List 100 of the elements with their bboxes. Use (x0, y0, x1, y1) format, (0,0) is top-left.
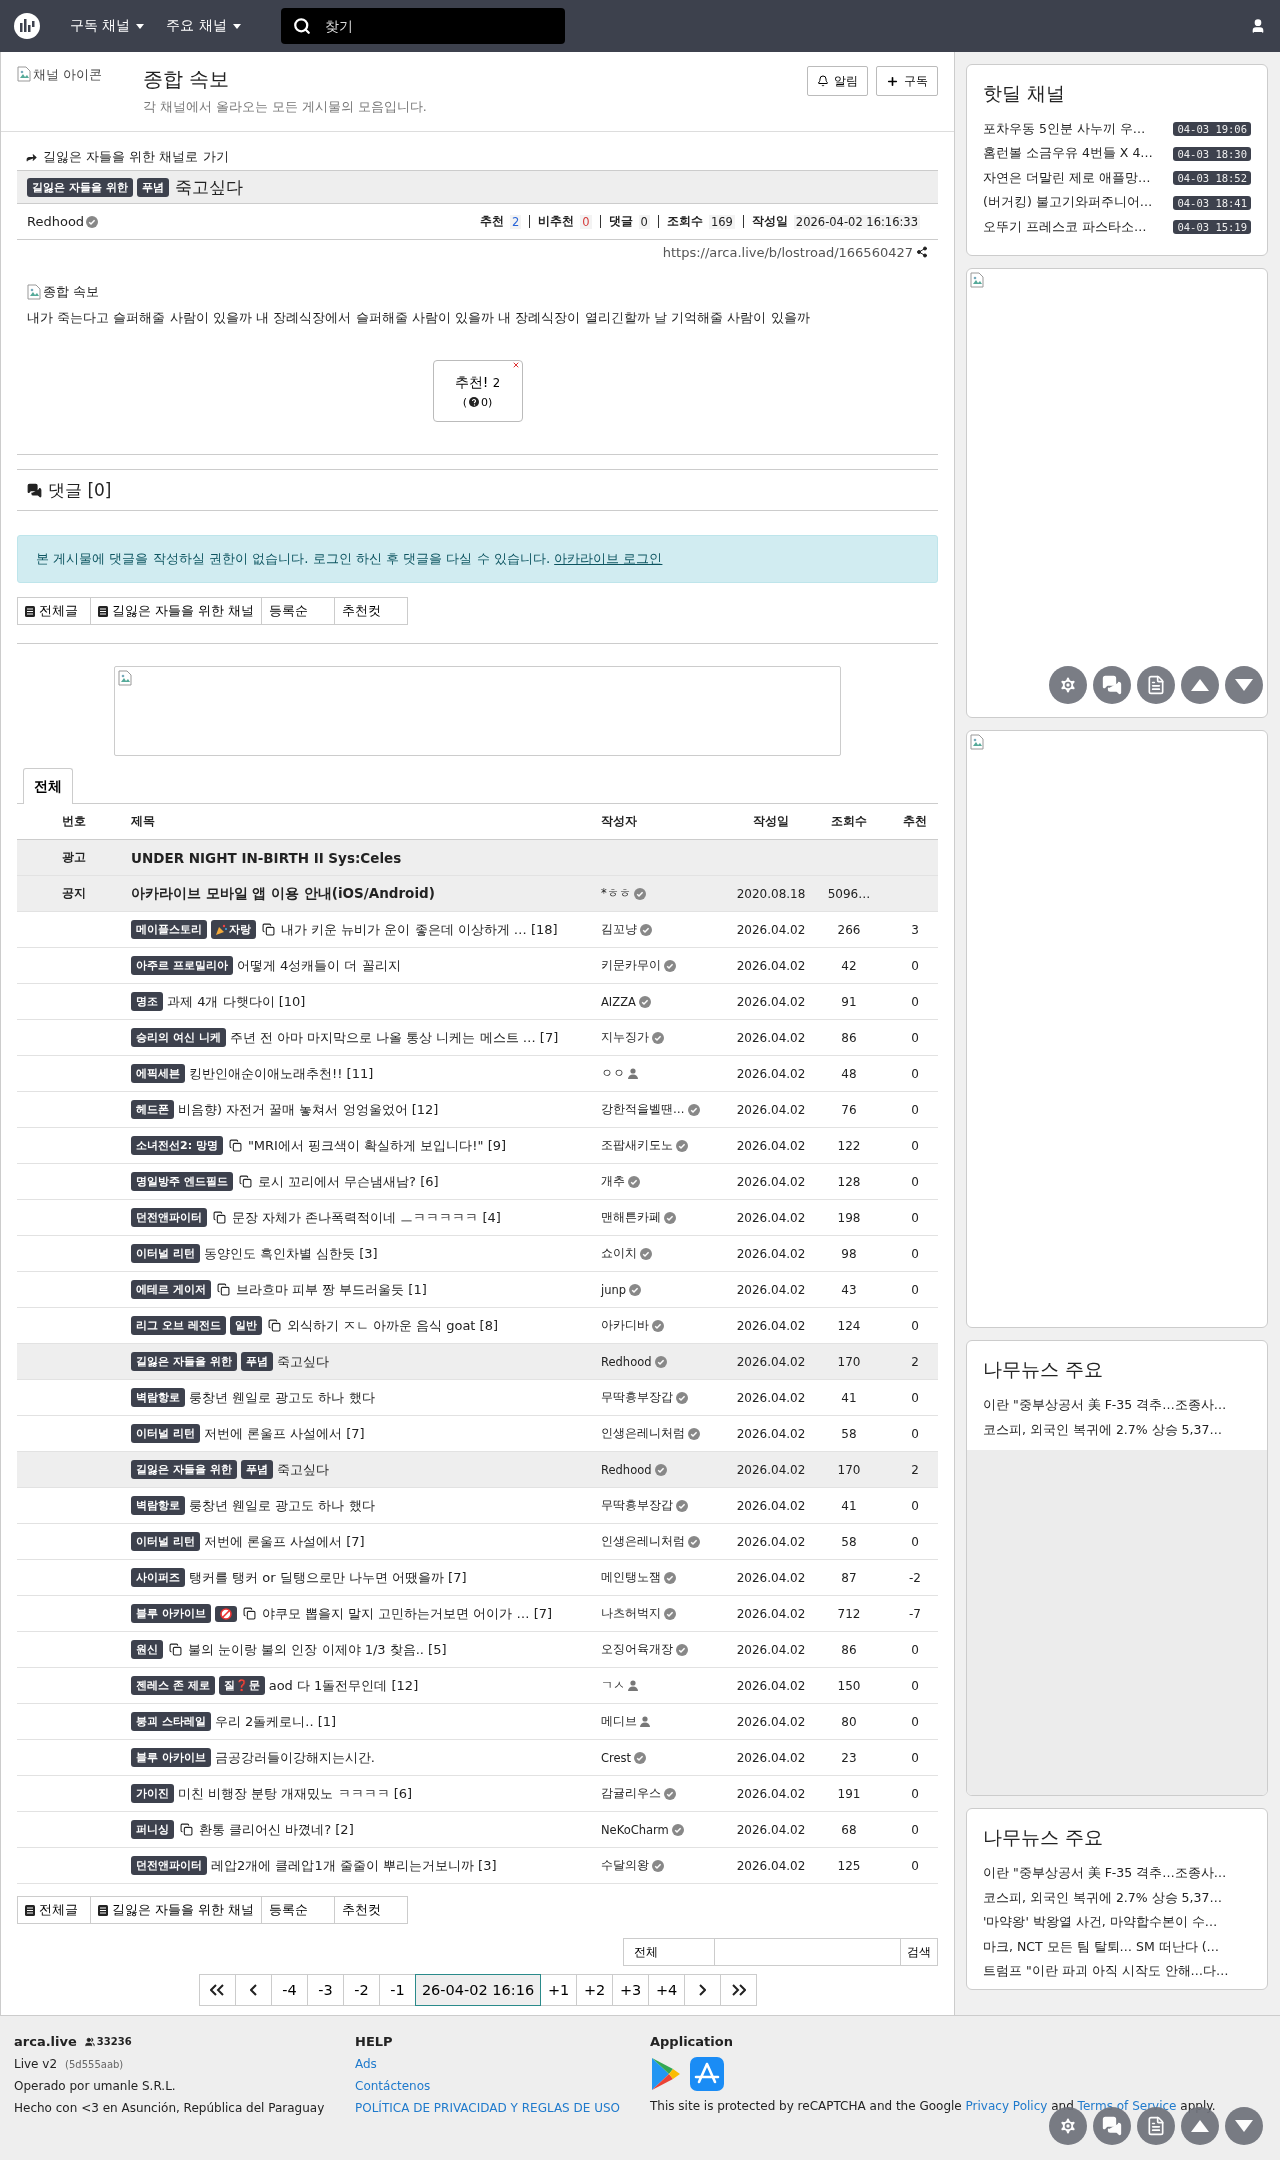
filter-button[interactable]: 추천컷 (333, 1896, 408, 1924)
search-bar[interactable]: 찾기 (280, 8, 565, 44)
page-button[interactable] (720, 1974, 758, 2006)
privacy-link[interactable]: Privacy Policy (965, 2099, 1048, 2113)
author-name[interactable]: 나츠허벅지 (601, 1606, 661, 1621)
page-button[interactable]: +4 (648, 1974, 686, 2006)
post-title[interactable]: 과제 4개 다햇다이 [10] (167, 992, 306, 1011)
search-field[interactable] (715, 1938, 901, 1966)
app-store-icon[interactable] (690, 2057, 724, 2091)
filter-button[interactable]: 길잃은 자들을 위한 채널 (90, 1896, 262, 1924)
post-title[interactable]: 주년 전 아마 마지막으로 나올 통상 니케는 메스트 … [7] (229, 1028, 559, 1047)
post-title[interactable]: 룽창년 웬일로 광고도 하나 했다 (189, 1388, 375, 1407)
news-link[interactable]: 코스피, 외국인 복귀에 2.7% 상승 5,37… (983, 1885, 1251, 1910)
post-title[interactable]: 죽고싶다 (276, 1460, 329, 1479)
author-name[interactable]: 맨해튼카페 (601, 1210, 661, 1225)
notify-button[interactable]: 알림 (807, 66, 868, 96)
page-button[interactable] (684, 1974, 722, 2006)
post-row[interactable]: 공지 아카라이브 모바일 앱 이용 안내(iOS/Android) *ㅎㅎ 2020.08.18 5096… (17, 876, 938, 912)
author-name[interactable]: 조팝새키도노 (601, 1138, 673, 1153)
post-row[interactable]: 길잃은 자들을 위한 푸념 죽고싶다 Redhood 2026.04.02 170 2 (17, 1344, 938, 1380)
post-title[interactable]: 어떻게 4성캐들이 더 꼴리지 (236, 956, 401, 975)
author-name[interactable]: Redhood (27, 214, 85, 229)
nav-menu[interactable]: 주요 채널 (160, 17, 247, 35)
page-button[interactable] (234, 1974, 272, 2006)
share-icon[interactable] (916, 246, 928, 258)
post-title[interactable]: 로시 꼬리에서 무슨냄새남? [6] (257, 1172, 439, 1191)
terms-link[interactable]: Terms of Service (1077, 2099, 1177, 2113)
post-title[interactable]: 레압2개에 클레압1개 줄줄이 뿌리는거보니까 [3] (211, 1856, 497, 1875)
search-button[interactable]: 검색 (901, 1938, 938, 1966)
author-name[interactable]: Redhood (601, 1354, 652, 1369)
page-button[interactable]: -1 (378, 1974, 416, 2006)
author-name[interactable]: NeKoCharm (601, 1822, 669, 1837)
author-name[interactable]: 인생은레니처럼 (601, 1534, 685, 1549)
post-title[interactable]: 동양인도 흑인차별 심한듯 [3] (203, 1244, 378, 1263)
footer-link[interactable]: Contáctenos (355, 2079, 650, 2093)
post-title[interactable]: 불의 눈이랑 불의 인장 이제야 1/3 찾음.. [5] (188, 1640, 447, 1659)
footer-link[interactable]: Ads (355, 2057, 650, 2071)
author-name[interactable]: Crest (601, 1750, 632, 1765)
post-title[interactable]: UNDER NIGHT IN-BIRTH II Sys:Celes (131, 849, 402, 866)
post-title[interactable]: 아카라이브 모바일 앱 이용 안내(iOS/Android) (131, 884, 435, 903)
page-button[interactable]: +3 (612, 1974, 650, 2006)
author-name[interactable]: AIZZA (601, 994, 636, 1009)
post-title[interactable]: 내가 키운 뉴비가 운이 좋은데 이상하게 … [18] (281, 920, 558, 939)
deal-link[interactable]: 오뚜기 프레스코 파스타소… (983, 218, 1147, 236)
author-name[interactable]: 무딱흉부장갑 (601, 1498, 673, 1513)
post-title[interactable]: 환통 클리어신 바꼈네? [2] (199, 1820, 354, 1839)
post-row[interactable]: 길잃은 자들을 위한 푸념 죽고싶다 Redhood 2026.04.02 170 2 (17, 1452, 938, 1488)
news-link[interactable]: 트럼프 "이란 파괴 아직 시작도 안해…다… (983, 1959, 1251, 1984)
ad-slot[interactable] (966, 268, 1268, 718)
deal-link[interactable]: (버거킹) 불고기와퍼주니어… (983, 194, 1153, 212)
search-field[interactable]: 찾기 (322, 17, 543, 35)
post-title[interactable]: 탱커를 탱커 or 딜탱으로만 나누면 어땠을까 [7] (189, 1568, 467, 1587)
author-name[interactable]: 메디브 (601, 1714, 637, 1729)
author-name[interactable]: 무딱흉부장갑 (601, 1390, 673, 1405)
filter-button[interactable]: 등록순 (260, 1896, 335, 1924)
page-button[interactable]: -3 (306, 1974, 344, 2006)
post-title[interactable]: 킹반인애순이애노래추천!! [11] (189, 1064, 374, 1083)
news-link[interactable]: 마크, NCT 모든 팀 탈퇴… SM 떠난다 (… (983, 1934, 1251, 1959)
author-name[interactable]: ㄱㅅ (601, 1678, 625, 1693)
subscribe-button[interactable]: 구독 (876, 66, 938, 96)
post-title[interactable]: 우리 2돌케로니.. [1] (214, 1712, 337, 1731)
author-name[interactable]: 김꼬냥 (601, 922, 637, 937)
filter-button[interactable]: 등록순 (260, 597, 335, 625)
page-button[interactable]: -2 (342, 1974, 380, 2006)
user-icon[interactable] (1250, 18, 1266, 34)
post-title[interactable]: 금공강러들이강해지는시간. (214, 1748, 375, 1767)
deal-link[interactable]: 자연은 더말린 제로 애플망… (983, 169, 1151, 187)
close-icon[interactable] (511, 361, 520, 369)
page-button[interactable] (198, 1974, 236, 2006)
login-link[interactable]: 아카라이브 로그인 (554, 550, 663, 568)
author-name[interactable]: 강한적을벨땐… (601, 1102, 685, 1117)
deal-link[interactable]: 포차우동 5인분 사누끼 우… (983, 120, 1146, 138)
play-store-icon[interactable] (650, 2057, 682, 2091)
author-name[interactable]: Redhood (601, 1462, 652, 1477)
filter-button[interactable]: 추천컷 (333, 597, 408, 625)
post-title[interactable]: 저번에 론울프 사설에서 [7] (203, 1532, 365, 1551)
footer-link[interactable]: POLÍTICA DE PRIVACIDAD Y REGLAS DE USO (355, 2101, 650, 2115)
author-name[interactable]: 아카디바 (601, 1318, 649, 1333)
post-title[interactable]: "MRI에서 핑크색이 확실하게 보입니다!" [9] (247, 1136, 507, 1155)
page-button[interactable]: 26-04-02 16:16 (414, 1974, 542, 2006)
page-button[interactable]: -4 (270, 1974, 308, 2006)
upvote-button[interactable]: 추천! 2 ( 0) (432, 360, 523, 422)
deal-link[interactable]: 홈런볼 소금우유 4번들 X 4… (983, 145, 1153, 163)
filter-button[interactable]: 길잃은 자들을 위한 채널 (90, 597, 262, 625)
board-tab[interactable]: 전체 (23, 768, 73, 804)
author-name[interactable]: *ㅎㅎ (601, 886, 631, 901)
post-title[interactable]: 브라흐마 피부 짱 부드러울듯 [1] (235, 1280, 427, 1299)
filter-button[interactable]: 전체글 (17, 597, 91, 625)
channel-link[interactable]: 길잃은 자들을 위한 채널로 가기 (17, 144, 229, 170)
nav-menu[interactable]: 구독 채널 (64, 17, 151, 35)
post-title[interactable]: 저번에 론울프 사설에서 [7] (203, 1424, 365, 1443)
post-title[interactable]: 문장 자체가 존나폭력적이네 ㅡㅋㅋㅋㅋㅋ [4] (232, 1208, 501, 1227)
news-link[interactable]: 이란 "중부상공서 美 F-35 격추…조종사… (983, 1393, 1251, 1418)
post-title[interactable]: aod 다 1돌전무인데 [12] (268, 1676, 419, 1695)
author-name[interactable]: 지누징가 (601, 1030, 649, 1045)
post-title[interactable]: 비음향) 자전거 꿀매 놓쳐서 엉엉울었어 [12] (178, 1100, 439, 1119)
post-title[interactable]: 야쿠모 뽑을지 말지 고민하는거보면 어이가 … [7] (261, 1604, 553, 1623)
page-button[interactable]: +2 (576, 1974, 614, 2006)
logo[interactable] (14, 13, 40, 39)
author-name[interactable]: ㅇㅇ (601, 1066, 625, 1081)
